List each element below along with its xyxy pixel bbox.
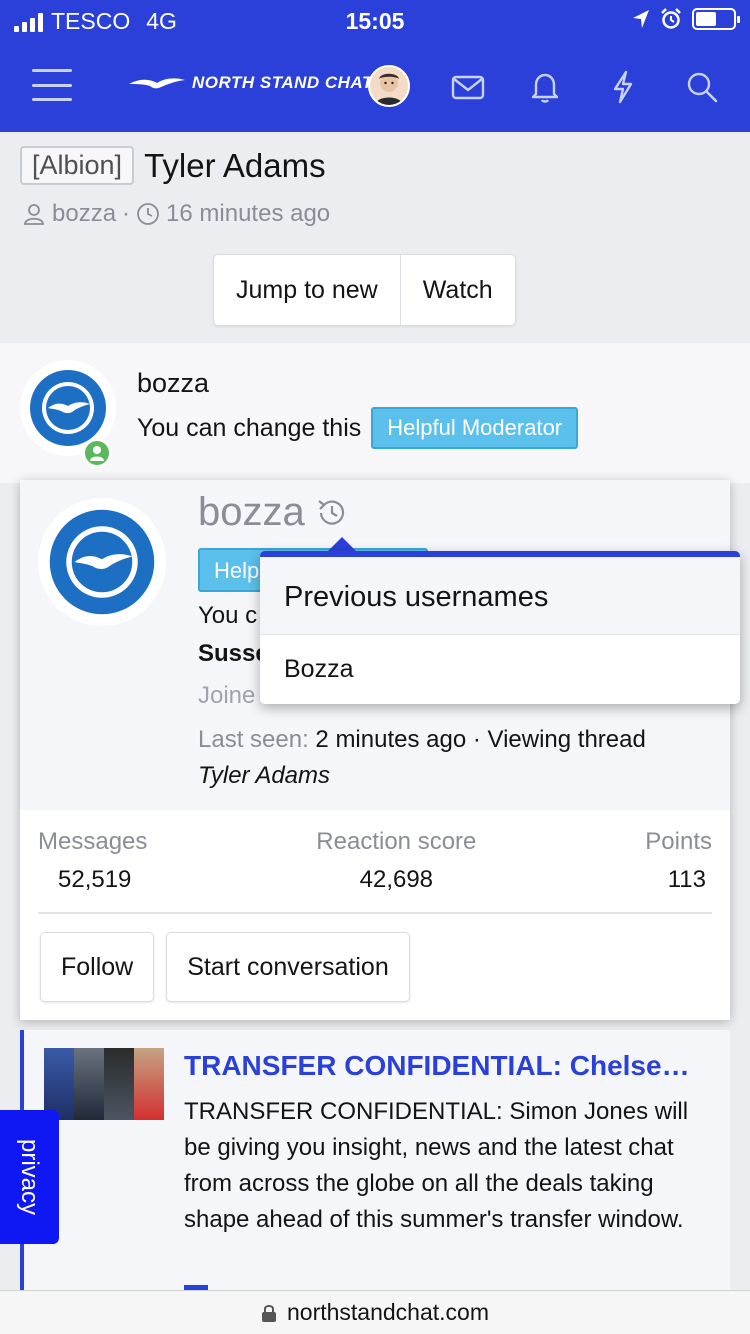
thread-title-row: [Albion] Tyler Adams xyxy=(20,146,326,185)
member-card-avatar[interactable] xyxy=(38,498,166,626)
featured-thread-title[interactable]: TRANSFER CONFIDENTIAL: Chelse… xyxy=(184,1050,714,1082)
featured-thread-item: TRANSFER CONFIDENTIAL: Chelse… TRANSFER … xyxy=(20,1030,730,1290)
history-icon[interactable] xyxy=(315,496,349,530)
stat-label: Messages xyxy=(38,828,148,855)
stat-value[interactable]: 113 xyxy=(668,866,712,894)
stat-messages: Messages 52,519 xyxy=(38,828,147,894)
online-indicator xyxy=(82,438,112,468)
member-card-location: Susse xyxy=(198,640,269,667)
club-crest-icon xyxy=(30,370,106,446)
top-bar: TESCO 4G 15:05 NORTH STAND CHAT xyxy=(0,0,750,132)
stat-reaction-score: Reaction score 42,698 xyxy=(316,828,476,894)
url-text: northstandchat.com xyxy=(286,1299,489,1325)
watch-button[interactable]: Watch xyxy=(401,255,515,325)
lock-icon xyxy=(261,1304,276,1322)
thread-time[interactable]: 16 minutes ago xyxy=(166,200,330,228)
stat-points: Points 113 xyxy=(645,828,712,894)
stat-label: Points xyxy=(645,828,712,855)
last-seen-value: 2 minutes ago · Viewing thread xyxy=(315,726,646,753)
page-title: Tyler Adams xyxy=(144,146,326,184)
seagull-icon xyxy=(129,78,185,89)
site-nav: NORTH STAND CHAT xyxy=(0,55,750,117)
user-avatar[interactable] xyxy=(368,65,410,107)
member-card-last-seen: Last seen: 2 minutes ago · Viewing threa… xyxy=(198,722,718,794)
stat-value[interactable]: 42,698 xyxy=(360,866,433,894)
privacy-tab[interactable]: privacy xyxy=(0,1110,59,1244)
meta-separator: · xyxy=(122,200,131,227)
search-icon[interactable] xyxy=(684,69,720,105)
menu-icon[interactable] xyxy=(32,69,72,101)
thread-thumbnail[interactable] xyxy=(44,1048,164,1120)
previous-usernames-popover: Previous usernames Bozza xyxy=(260,551,740,704)
thread-prefix[interactable]: [Albion] xyxy=(20,146,135,185)
member-card-divider xyxy=(38,912,712,914)
user-online-icon xyxy=(90,446,104,461)
last-seen-thread[interactable]: Tyler Adams xyxy=(198,762,330,789)
stat-label: Reaction score xyxy=(316,828,477,855)
mail-icon[interactable] xyxy=(450,69,486,105)
clock-icon xyxy=(137,203,159,225)
stat-value[interactable]: 52,519 xyxy=(38,866,147,894)
status-bar: TESCO 4G 15:05 xyxy=(0,0,750,40)
follow-button[interactable]: Follow xyxy=(40,932,155,1002)
privacy-label: privacy xyxy=(16,1138,44,1216)
status-right xyxy=(632,8,740,30)
user-icon xyxy=(24,204,44,225)
bell-icon[interactable] xyxy=(527,69,563,105)
alarm-icon xyxy=(661,8,681,29)
location-icon xyxy=(633,10,649,28)
post-user-title-row: You can change this Helpful Moderator xyxy=(137,407,579,449)
popover-title: Previous usernames xyxy=(260,557,740,635)
last-seen-label: Last seen: xyxy=(198,726,309,753)
thread-author[interactable]: bozza xyxy=(52,200,116,228)
lightning-icon[interactable] xyxy=(605,69,641,105)
thread-meta: bozza · 16 minutes ago xyxy=(22,200,330,228)
jump-to-new-button[interactable]: Jump to new xyxy=(214,255,400,325)
post-username[interactable]: bozza xyxy=(137,368,209,399)
member-card-title: You c xyxy=(198,602,258,629)
member-card-username[interactable]: bozza xyxy=(198,490,305,535)
member-card-actions: Follow Start conversation xyxy=(40,932,410,1002)
site-logo[interactable]: NORTH STAND CHAT xyxy=(128,73,373,93)
start-conversation-button[interactable]: Start conversation xyxy=(166,932,410,1002)
battery-icon xyxy=(692,8,740,30)
previous-username-item: Bozza xyxy=(284,655,354,683)
member-card-joined: Joine xyxy=(198,682,256,709)
club-crest-icon xyxy=(49,509,155,615)
member-stats: Messages 52,519 Reaction score 42,698 Po… xyxy=(38,828,712,894)
site-name: NORTH STAND CHAT xyxy=(192,73,373,92)
featured-thread-snippet: TRANSFER CONFIDENTIAL: Simon Jones will … xyxy=(184,1098,689,1233)
browser-url-bar[interactable]: northstandchat.com xyxy=(0,1290,750,1334)
thread-actions: Jump to new Watch xyxy=(213,254,516,326)
moderator-badge: Helpful Moderator xyxy=(371,407,579,449)
member-card-name: bozza xyxy=(198,490,349,535)
post-user-title: You can change this xyxy=(137,413,362,442)
